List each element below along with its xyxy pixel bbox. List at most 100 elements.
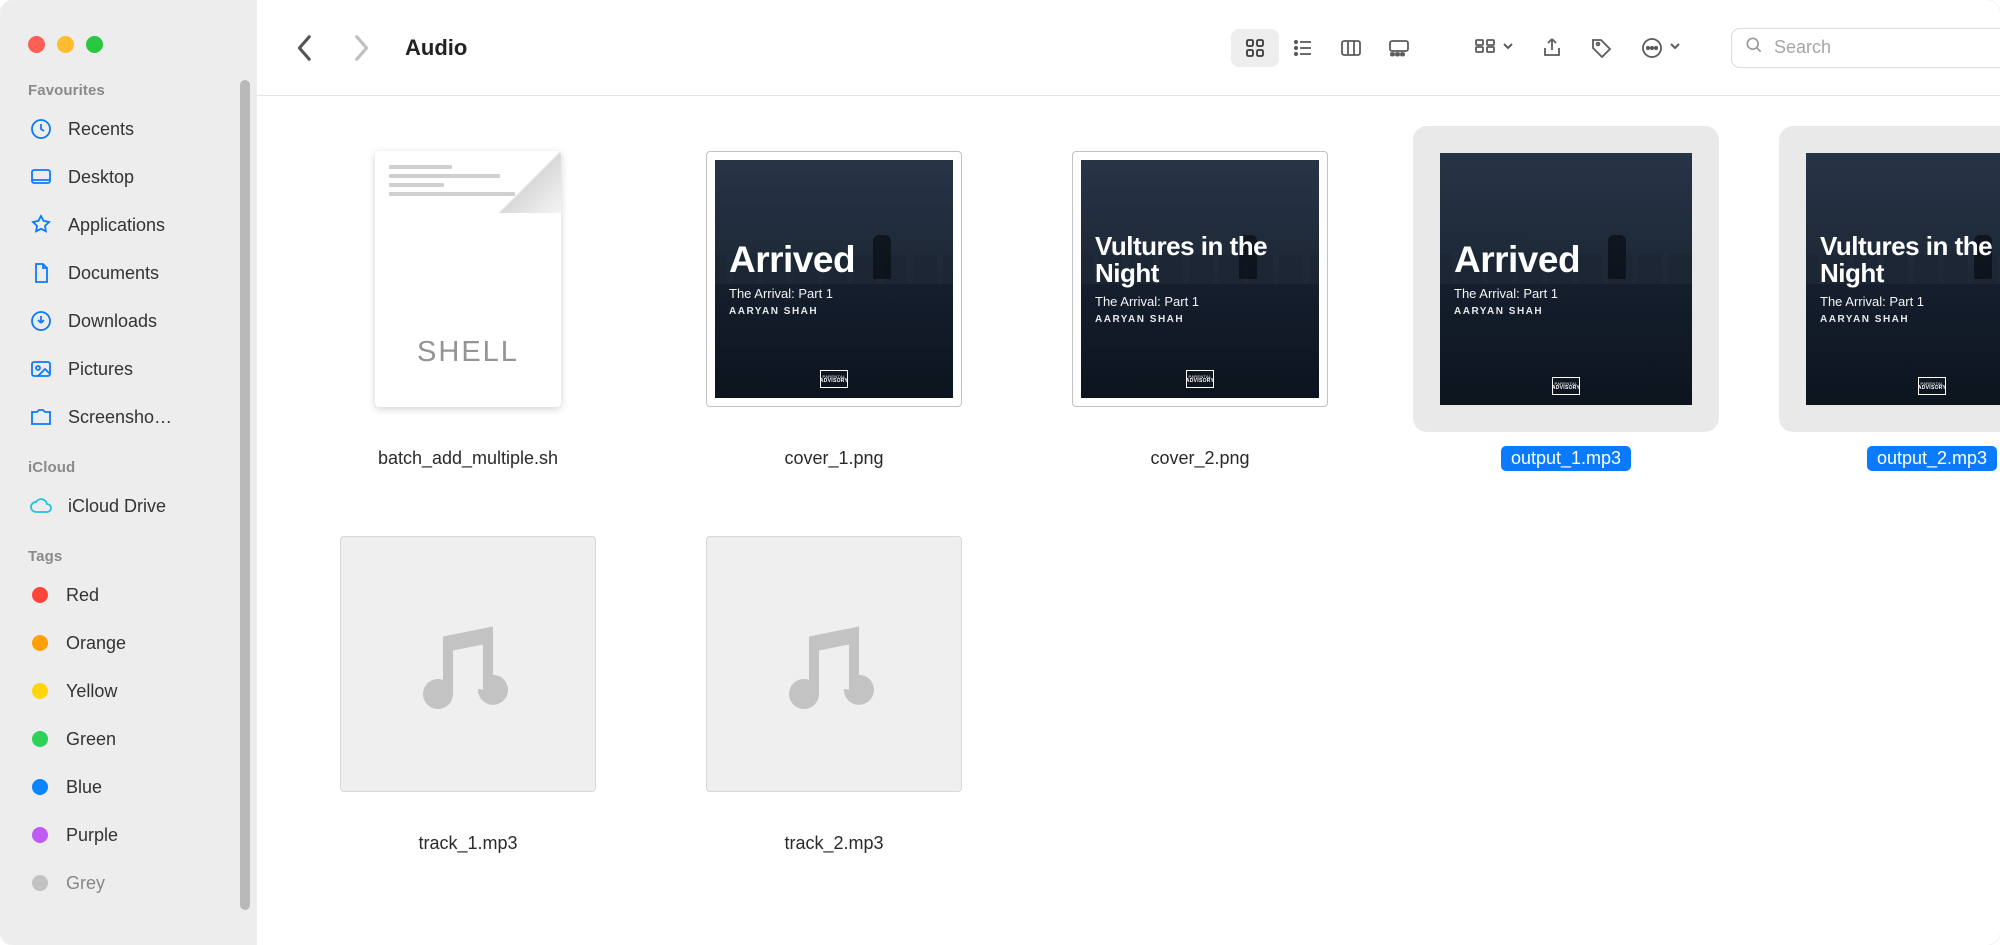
view-columns-button[interactable]	[1327, 29, 1375, 67]
file-grid: SHELL batch_add_multiple.sh Arrived The …	[315, 126, 2000, 856]
sidebar-item-label: Applications	[68, 215, 165, 236]
sidebar-tag-blue[interactable]: Blue	[0, 763, 257, 811]
tag-dot-icon	[32, 587, 48, 603]
file-item[interactable]: track_2.mp3	[681, 511, 987, 856]
sidebar-item-label: Downloads	[68, 311, 157, 332]
file-item[interactable]: Arrived The Arrival: Part 1 AARYAN SHAH …	[1413, 126, 1719, 471]
tag-dot-icon	[32, 875, 48, 891]
pictures-icon	[28, 356, 54, 382]
album-subtitle: The Arrival: Part 1	[1454, 286, 1692, 301]
tag-button[interactable]	[1590, 29, 1614, 67]
sidebar-section-icloud: iCloud	[0, 459, 257, 482]
toolbar: Audio	[257, 0, 2000, 96]
search-input[interactable]	[1774, 37, 2000, 58]
tag-dot-icon	[32, 731, 48, 747]
sidebar-item-screenshots[interactable]: Screensho…	[0, 393, 257, 441]
file-item[interactable]: Vultures in the Night The Arrival: Part …	[1779, 126, 2000, 471]
sidebar-scrollbar[interactable]	[240, 80, 250, 910]
location-title: Audio	[405, 35, 467, 61]
group-by-button[interactable]	[1473, 29, 1514, 67]
file-item[interactable]: SHELL batch_add_multiple.sh	[315, 126, 621, 471]
tag-dot-icon	[32, 635, 48, 651]
tag-dot-icon	[32, 683, 48, 699]
minimize-button[interactable]	[57, 36, 74, 53]
forward-button[interactable]	[343, 28, 379, 68]
window-controls	[0, 0, 257, 64]
album-artist: AARYAN SHAH	[1454, 306, 1692, 317]
tag-dot-icon	[32, 827, 48, 843]
chevron-down-icon	[1502, 39, 1514, 57]
tag-label: Purple	[66, 825, 118, 846]
file-name: output_1.mp3	[1501, 446, 1631, 471]
desktop-icon	[28, 164, 54, 190]
file-name: track_1.mp3	[408, 831, 527, 856]
shell-file-icon: SHELL	[375, 151, 561, 407]
sidebar-item-pictures[interactable]: Pictures	[0, 345, 257, 393]
album-title: Arrived	[729, 241, 953, 279]
sidebar-section-tags: Tags	[0, 548, 257, 571]
sidebar: Favourites Recents Desktop Applications	[0, 0, 257, 945]
file-name: track_2.mp3	[774, 831, 893, 856]
fullscreen-button[interactable]	[86, 36, 103, 53]
sidebar-item-documents[interactable]: Documents	[0, 249, 257, 297]
sidebar-tag-green[interactable]: Green	[0, 715, 257, 763]
sidebar-tag-purple[interactable]: Purple	[0, 811, 257, 859]
audio-file-icon	[706, 536, 962, 792]
sidebar-section-favourites: Favourites	[0, 82, 257, 105]
file-grid-area[interactable]: SHELL batch_add_multiple.sh Arrived The …	[257, 96, 2000, 945]
album-subtitle: The Arrival: Part 1	[729, 286, 953, 301]
clock-icon	[28, 116, 54, 142]
chevron-down-icon	[1669, 39, 1681, 57]
sidebar-tag-orange[interactable]: Orange	[0, 619, 257, 667]
audio-file-with-art-icon: Vultures in the Night The Arrival: Part …	[1806, 153, 2000, 405]
album-artist: AARYAN SHAH	[729, 306, 953, 317]
file-thumbnail	[315, 511, 621, 817]
sidebar-item-desktop[interactable]: Desktop	[0, 153, 257, 201]
sidebar-item-label: Pictures	[68, 359, 133, 380]
file-item[interactable]: Arrived The Arrival: Part 1 AARYAN SHAH …	[681, 126, 987, 471]
back-button[interactable]	[287, 28, 323, 68]
tag-label: Green	[66, 729, 116, 750]
file-item[interactable]: Vultures in the Night The Arrival: Part …	[1047, 126, 1353, 471]
action-menu-button[interactable]	[1640, 29, 1681, 67]
sidebar-item-applications[interactable]: Applications	[0, 201, 257, 249]
share-button[interactable]	[1540, 29, 1564, 67]
close-button[interactable]	[28, 36, 45, 53]
sidebar-tag-red[interactable]: Red	[0, 571, 257, 619]
file-thumbnail: Vultures in the Night The Arrival: Part …	[1779, 126, 2000, 432]
view-icons-button[interactable]	[1231, 29, 1279, 67]
file-thumbnail: Arrived The Arrival: Part 1 AARYAN SHAH …	[681, 126, 987, 432]
sidebar-content: Favourites Recents Desktop Applications	[0, 64, 257, 945]
album-title: Vultures in the Night	[1820, 233, 2000, 286]
file-thumbnail: SHELL	[315, 126, 621, 432]
album-title: Arrived	[1454, 241, 1692, 279]
album-subtitle: The Arrival: Part 1	[1820, 294, 2000, 309]
file-thumbnail: Vultures in the Night The Arrival: Part …	[1047, 126, 1353, 432]
sidebar-item-recents[interactable]: Recents	[0, 105, 257, 153]
document-icon	[28, 260, 54, 286]
album-subtitle: The Arrival: Part 1	[1095, 294, 1319, 309]
sidebar-item-downloads[interactable]: Downloads	[0, 297, 257, 345]
view-gallery-button[interactable]	[1375, 29, 1423, 67]
sidebar-tag-yellow[interactable]: Yellow	[0, 667, 257, 715]
sidebar-item-label: iCloud Drive	[68, 496, 166, 517]
parental-advisory-icon: PARENTALADVISORY	[1552, 377, 1580, 395]
cloud-icon	[28, 493, 54, 519]
parental-advisory-icon: PARENTALADVISORY	[820, 370, 848, 388]
sidebar-item-label: Screensho…	[68, 407, 172, 428]
file-name: cover_1.png	[774, 446, 893, 471]
file-thumbnail	[681, 511, 987, 817]
file-name: output_2.mp3	[1867, 446, 1997, 471]
finder-window: Favourites Recents Desktop Applications	[0, 0, 2000, 945]
applications-icon	[28, 212, 54, 238]
sidebar-tag-grey[interactable]: Grey	[0, 859, 257, 907]
tag-label: Yellow	[66, 681, 117, 702]
file-item[interactable]: track_1.mp3	[315, 511, 621, 856]
search-box[interactable]	[1731, 28, 2000, 68]
image-file-icon: Vultures in the Night The Arrival: Part …	[1072, 151, 1328, 407]
tag-label: Blue	[66, 777, 102, 798]
audio-file-icon	[340, 536, 596, 792]
view-list-button[interactable]	[1279, 29, 1327, 67]
sidebar-item-label: Desktop	[68, 167, 134, 188]
sidebar-item-icloud-drive[interactable]: iCloud Drive	[0, 482, 257, 530]
